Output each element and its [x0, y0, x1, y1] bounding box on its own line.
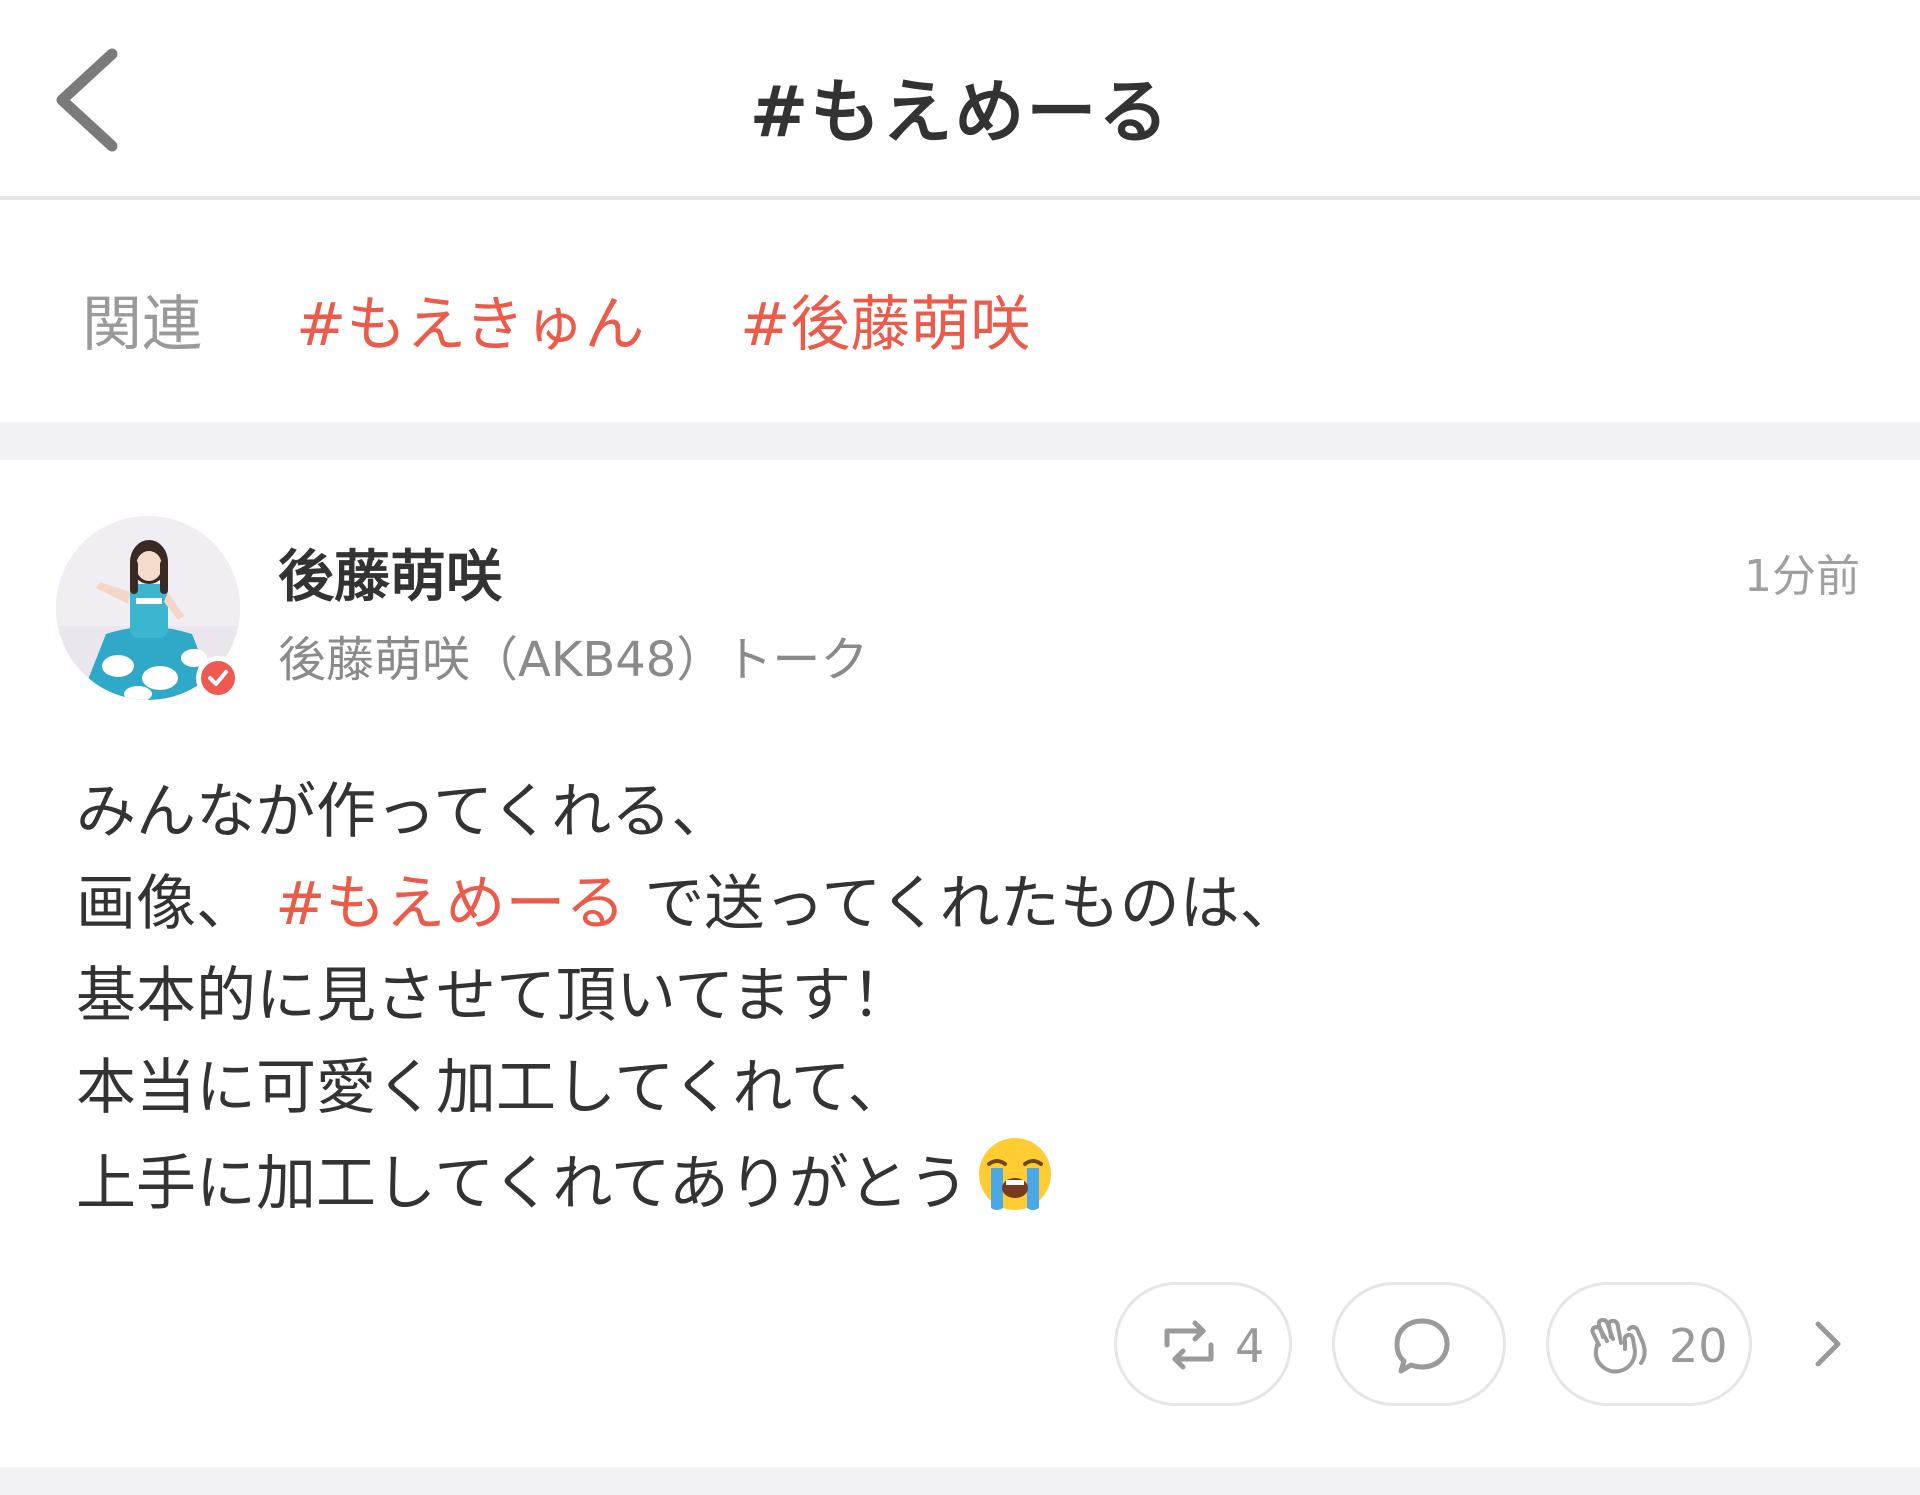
post-card: 後藤萌咲 後藤萌咲（AKB48）トーク 1分前 みんなが作ってくれる、 画像、 … [0, 460, 1920, 1467]
post-body-text: 上手に加工してくれてありがとう [76, 1149, 969, 1219]
clap-button[interactable]: 20 [1546, 1282, 1752, 1406]
page-title: #もえめーる [749, 71, 1171, 153]
post-body: みんなが作ってくれる、 画像、 #もえめーる で送ってくれたものは、 基本的に見… [76, 766, 1856, 1230]
clapping-hands-icon [1585, 1315, 1651, 1377]
post-body-text: 画像、 [76, 869, 256, 939]
nav-header: #もえめーる [0, 0, 1920, 200]
post-timestamp: 1分前 [1744, 551, 1860, 602]
more-button[interactable] [1808, 1316, 1848, 1372]
repost-icon [1159, 1315, 1219, 1375]
check-icon [208, 670, 228, 686]
verified-badge [196, 656, 240, 700]
author-name[interactable]: 後藤萌咲 [278, 532, 502, 613]
comment-button[interactable] [1332, 1282, 1506, 1406]
section-divider [0, 422, 1920, 460]
related-tag-goto-moe[interactable]: #後藤萌咲 [740, 276, 1030, 363]
loudly-crying-face-emoji-icon [975, 1134, 1055, 1214]
chevron-right-icon [1815, 1321, 1841, 1367]
clap-count: 20 [1669, 1319, 1728, 1373]
repost-count: 4 [1235, 1319, 1265, 1373]
related-tags-bar: 関連 #もえきゅん #後藤萌咲 [0, 200, 1920, 422]
inline-hashtag[interactable]: #もえめーる [275, 869, 625, 939]
post-body-line: 本当に可愛く加工してくれて、 [76, 1053, 908, 1123]
author-community[interactable]: 後藤萌咲（AKB48）トーク [278, 620, 868, 690]
related-tag-moekyun[interactable]: #もえきゅん [296, 276, 644, 363]
post-body-line: 基本的に見させて頂いてます！ [76, 961, 912, 1031]
post-body-line: 画像、 #もえめーる で送ってくれたものは、 [76, 858, 1856, 950]
post-body-text: で送ってくれたものは、 [644, 869, 1300, 939]
post-body-line: 上手に加工してくれてありがとう [76, 1134, 1856, 1230]
comment-bubble-icon [1391, 1315, 1453, 1377]
repost-button[interactable]: 4 [1114, 1282, 1292, 1406]
section-divider [0, 1467, 1920, 1495]
related-label: 関連 [82, 290, 202, 360]
post-body-line: みんなが作ってくれる、 [76, 777, 732, 847]
